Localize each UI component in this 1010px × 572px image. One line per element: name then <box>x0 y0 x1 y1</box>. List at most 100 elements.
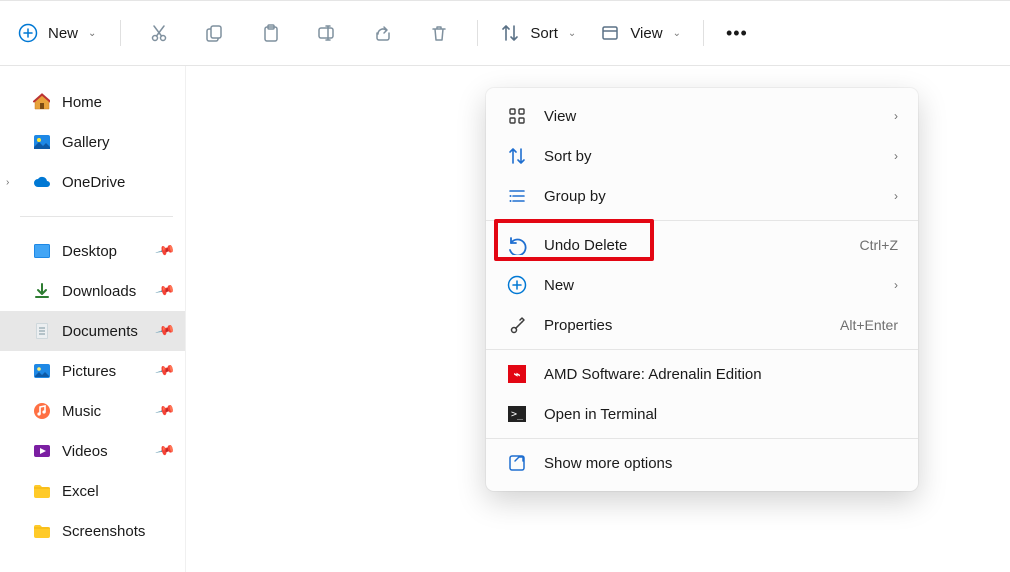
sidebar-item-label: Desktop <box>62 243 117 260</box>
ctx-separator <box>486 438 918 439</box>
ctx-undo-delete[interactable]: Undo Delete Ctrl+Z <box>486 225 918 265</box>
sidebar-item-label: Downloads <box>62 283 136 300</box>
folder-icon <box>32 482 50 500</box>
ctx-amd-software[interactable]: ⌁ AMD Software: Adrenalin Edition <box>486 354 918 394</box>
sidebar-item-videos[interactable]: Videos 📌 <box>0 431 185 471</box>
pin-icon: 📌 <box>154 280 176 302</box>
new-button[interactable]: New ⌄ <box>10 17 108 49</box>
chevron-right-icon: › <box>894 189 898 203</box>
ctx-shortcut: Ctrl+Z <box>860 237 899 253</box>
ctx-label: AMD Software: Adrenalin Edition <box>544 366 898 383</box>
ctx-label: Properties <box>544 317 840 334</box>
navigation-sidebar: Home Gallery › OneDrive Desktop 📌 Downlo… <box>0 66 186 572</box>
ctx-label: View <box>544 108 894 125</box>
sidebar-item-label: Videos <box>62 443 108 460</box>
ctx-label: Group by <box>544 188 894 205</box>
ctx-view[interactable]: View › <box>486 96 918 136</box>
cut-button[interactable] <box>133 11 185 55</box>
context-menu: View › Sort by › Group by › Undo Delete … <box>486 88 918 491</box>
sidebar-item-label: Pictures <box>62 363 116 380</box>
ctx-shortcut: Alt+Enter <box>840 317 898 333</box>
ctx-separator <box>486 349 918 350</box>
group-icon <box>506 185 528 207</box>
toolbar-divider <box>477 20 478 46</box>
sidebar-item-desktop[interactable]: Desktop 📌 <box>0 231 185 271</box>
desktop-icon <box>32 242 50 260</box>
sidebar-item-music[interactable]: Music 📌 <box>0 391 185 431</box>
sidebar-item-label: Excel <box>62 483 99 500</box>
document-icon <box>32 322 50 340</box>
sidebar-item-gallery[interactable]: Gallery <box>0 122 185 162</box>
ctx-show-more-options[interactable]: Show more options <box>486 443 918 483</box>
copy-icon <box>205 23 225 43</box>
folder-icon <box>32 522 50 540</box>
sidebar-item-label: Home <box>62 94 102 111</box>
expand-icon <box>506 452 528 474</box>
chevron-down-icon: ⌄ <box>88 28 96 39</box>
sidebar-item-label: Gallery <box>62 134 110 151</box>
rename-button[interactable] <box>301 11 353 55</box>
chevron-right-icon[interactable]: › <box>6 177 9 188</box>
sidebar-item-pictures[interactable]: Pictures 📌 <box>0 351 185 391</box>
rename-icon <box>317 23 337 43</box>
view-icon <box>600 23 620 43</box>
paste-button[interactable] <box>245 11 297 55</box>
pin-icon: 📌 <box>154 400 176 422</box>
sidebar-item-documents[interactable]: Documents 📌 <box>0 311 185 351</box>
ctx-properties[interactable]: Properties Alt+Enter <box>486 305 918 345</box>
sort-button[interactable]: Sort ⌄ <box>490 17 586 49</box>
music-icon <box>32 402 50 420</box>
sidebar-item-screenshots[interactable]: Screenshots <box>0 511 185 551</box>
view-grid-icon <box>506 105 528 127</box>
view-button[interactable]: View ⌄ <box>590 17 691 49</box>
chevron-down-icon: ⌄ <box>568 28 576 39</box>
pin-icon: 📌 <box>154 360 176 382</box>
ctx-open-in-terminal[interactable]: >_ Open in Terminal <box>486 394 918 434</box>
video-icon <box>32 442 50 460</box>
more-button[interactable]: ••• <box>716 17 758 50</box>
ctx-new[interactable]: New › <box>486 265 918 305</box>
new-label: New <box>48 25 78 42</box>
share-button[interactable] <box>357 11 409 55</box>
ctx-separator <box>486 220 918 221</box>
view-label: View <box>630 25 662 42</box>
sort-icon <box>506 145 528 167</box>
picture-icon <box>32 362 50 380</box>
sidebar-item-onedrive[interactable]: › OneDrive <box>0 162 185 202</box>
sidebar-separator <box>20 216 173 217</box>
plus-circle-icon <box>506 274 528 296</box>
pin-icon: 📌 <box>154 440 176 462</box>
chevron-right-icon: › <box>894 278 898 292</box>
trash-icon <box>429 23 449 43</box>
wrench-icon <box>506 314 528 336</box>
share-icon <box>373 23 393 43</box>
command-bar: New ⌄ Sort ⌄ View ⌄ ••• <box>0 0 1010 66</box>
cloud-icon <box>32 173 50 191</box>
sidebar-item-home[interactable]: Home <box>0 82 185 122</box>
toolbar-divider <box>703 20 704 46</box>
undo-icon <box>506 234 528 256</box>
sort-icon <box>500 23 520 43</box>
plus-circle-icon <box>18 23 38 43</box>
sidebar-item-label: Documents <box>62 323 138 340</box>
ctx-label: Sort by <box>544 148 894 165</box>
pin-icon: 📌 <box>154 240 176 262</box>
home-icon <box>32 93 50 111</box>
chevron-right-icon: › <box>894 109 898 123</box>
sidebar-item-label: Screenshots <box>62 523 145 540</box>
ctx-label: Open in Terminal <box>544 406 898 423</box>
pin-icon: 📌 <box>154 320 176 342</box>
sidebar-item-downloads[interactable]: Downloads 📌 <box>0 271 185 311</box>
chevron-right-icon: › <box>894 149 898 163</box>
sidebar-item-label: Music <box>62 403 101 420</box>
content-area[interactable]: View › Sort by › Group by › Undo Delete … <box>186 66 1010 572</box>
sidebar-item-label: OneDrive <box>62 174 125 191</box>
sort-label: Sort <box>530 25 558 42</box>
delete-button[interactable] <box>413 11 465 55</box>
clipboard-icon <box>261 23 281 43</box>
copy-button[interactable] <box>189 11 241 55</box>
sidebar-item-excel[interactable]: Excel <box>0 471 185 511</box>
ctx-sort-by[interactable]: Sort by › <box>486 136 918 176</box>
ctx-group-by[interactable]: Group by › <box>486 176 918 216</box>
ctx-label: Show more options <box>544 455 898 472</box>
